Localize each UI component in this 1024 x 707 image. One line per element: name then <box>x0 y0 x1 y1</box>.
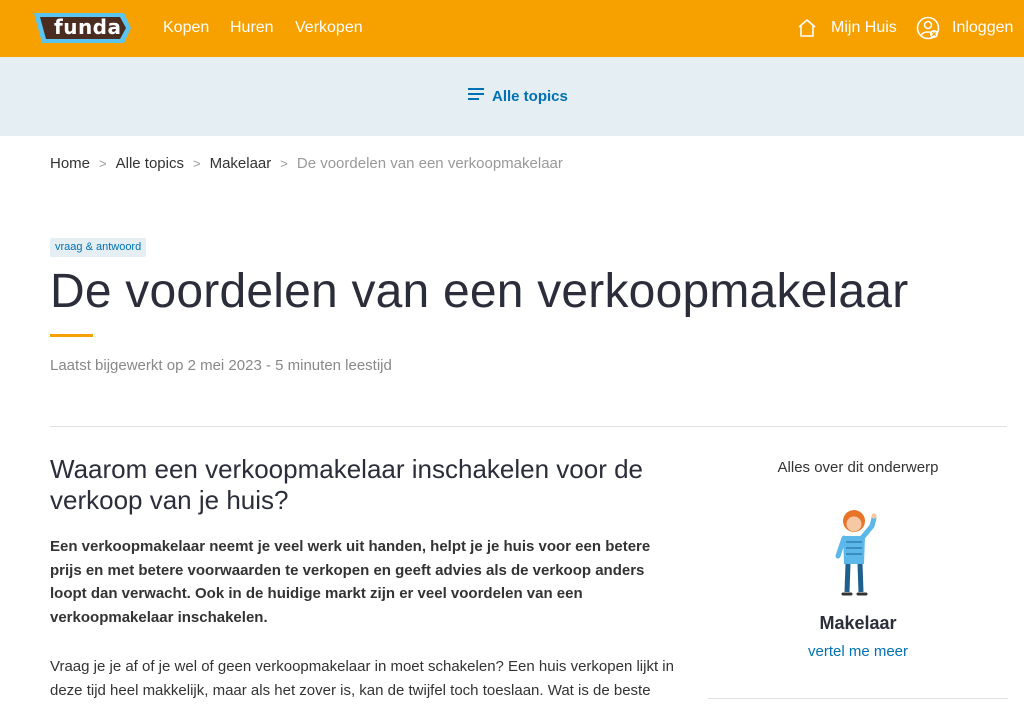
top-navigation: funda Kopen Huren Verkopen Mijn Huis Inl… <box>0 0 1024 57</box>
article-tag: vraag & antwoord <box>50 238 147 257</box>
topic-sidebar: Alles over dit onderwerp Makelaar vertel… <box>708 446 1008 707</box>
house-icon <box>797 18 817 38</box>
funda-logo[interactable]: funda <box>32 9 132 47</box>
page-title: De voordelen van een verkoopmakelaar <box>50 265 909 318</box>
hamburger-icon <box>468 87 484 105</box>
breadcrumb-separator: > <box>99 156 107 171</box>
logo-text: funda <box>54 15 122 39</box>
login-link[interactable]: Inloggen <box>916 15 1013 41</box>
topics-band: Alle topics <box>0 57 1024 136</box>
article-paragraph: Vraag je je af of je wel of geen verkoop… <box>50 658 674 699</box>
breadcrumb-home[interactable]: Home <box>50 154 90 174</box>
article-intro: Een verkoopmakelaar neemt je veel werk u… <box>50 538 651 626</box>
title-underline <box>50 334 93 337</box>
sidebar-title: Alles over dit onderwerp <box>777 459 939 476</box>
breadcrumb-separator: > <box>280 156 288 171</box>
breadcrumb-alle-topics[interactable]: Alle topics <box>116 154 184 174</box>
vertel-me-meer-link[interactable]: vertel me meer <box>708 642 1008 662</box>
sidebar-topic-name: Makelaar <box>819 613 897 633</box>
nav-kopen[interactable]: Kopen <box>163 18 209 38</box>
breadcrumb-current: De voordelen van een verkoopmakelaar <box>296 155 563 172</box>
breadcrumb: Home > Alle topics > Makelaar > De voord… <box>50 154 563 174</box>
login-label: Inloggen <box>952 19 1014 36</box>
nav-huren[interactable]: Huren <box>230 18 274 38</box>
mijn-huis-label: Mijn Huis <box>831 19 897 36</box>
alle-topics-button[interactable]: Alle topics <box>468 85 568 107</box>
nav-verkopen[interactable]: Verkopen <box>295 18 363 38</box>
article-meta: Laatst bijgewerkt op 2 mei 2023 - 5 minu… <box>50 357 392 374</box>
breadcrumb-makelaar[interactable]: Makelaar <box>210 154 272 174</box>
mijn-huis-link[interactable]: Mijn Huis <box>797 15 897 41</box>
user-icon <box>916 16 940 40</box>
alle-topics-label: Alle topics <box>492 87 568 105</box>
breadcrumb-separator: > <box>192 156 201 171</box>
article-heading: Waarom een verkoopmakelaar inschakelen v… <box>50 454 644 515</box>
sidebar-divider <box>708 698 1008 699</box>
makelaar-person-illustration <box>828 508 888 598</box>
content-divider <box>50 426 1007 427</box>
